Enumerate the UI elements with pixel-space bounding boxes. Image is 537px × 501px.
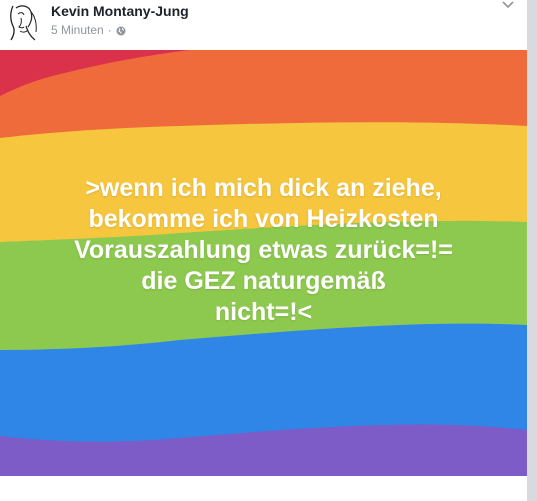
chevron-down-icon[interactable] [500,0,516,10]
post-header: Kevin Montany-Jung 5 Minuten · [0,0,527,48]
meta-separator: · [107,23,112,37]
avatar-sketch-icon [10,5,37,41]
author-name[interactable]: Kevin Montany-Jung [51,3,189,19]
post-image-text: >wenn ich mich dick an ziehe, bekomme ic… [74,174,453,326]
avatar[interactable] [4,2,44,42]
globe-icon[interactable] [116,25,126,36]
post-image[interactable]: >wenn ich mich dick an ziehe, bekomme ic… [0,50,527,476]
page-scroll-edge [527,0,537,501]
post-meta: 5 Minuten · [51,23,126,37]
post-card: Kevin Montany-Jung 5 Minuten · >wenn ich… [0,0,527,501]
post-timestamp[interactable]: 5 Minuten [51,23,104,37]
post-footer [0,476,527,501]
